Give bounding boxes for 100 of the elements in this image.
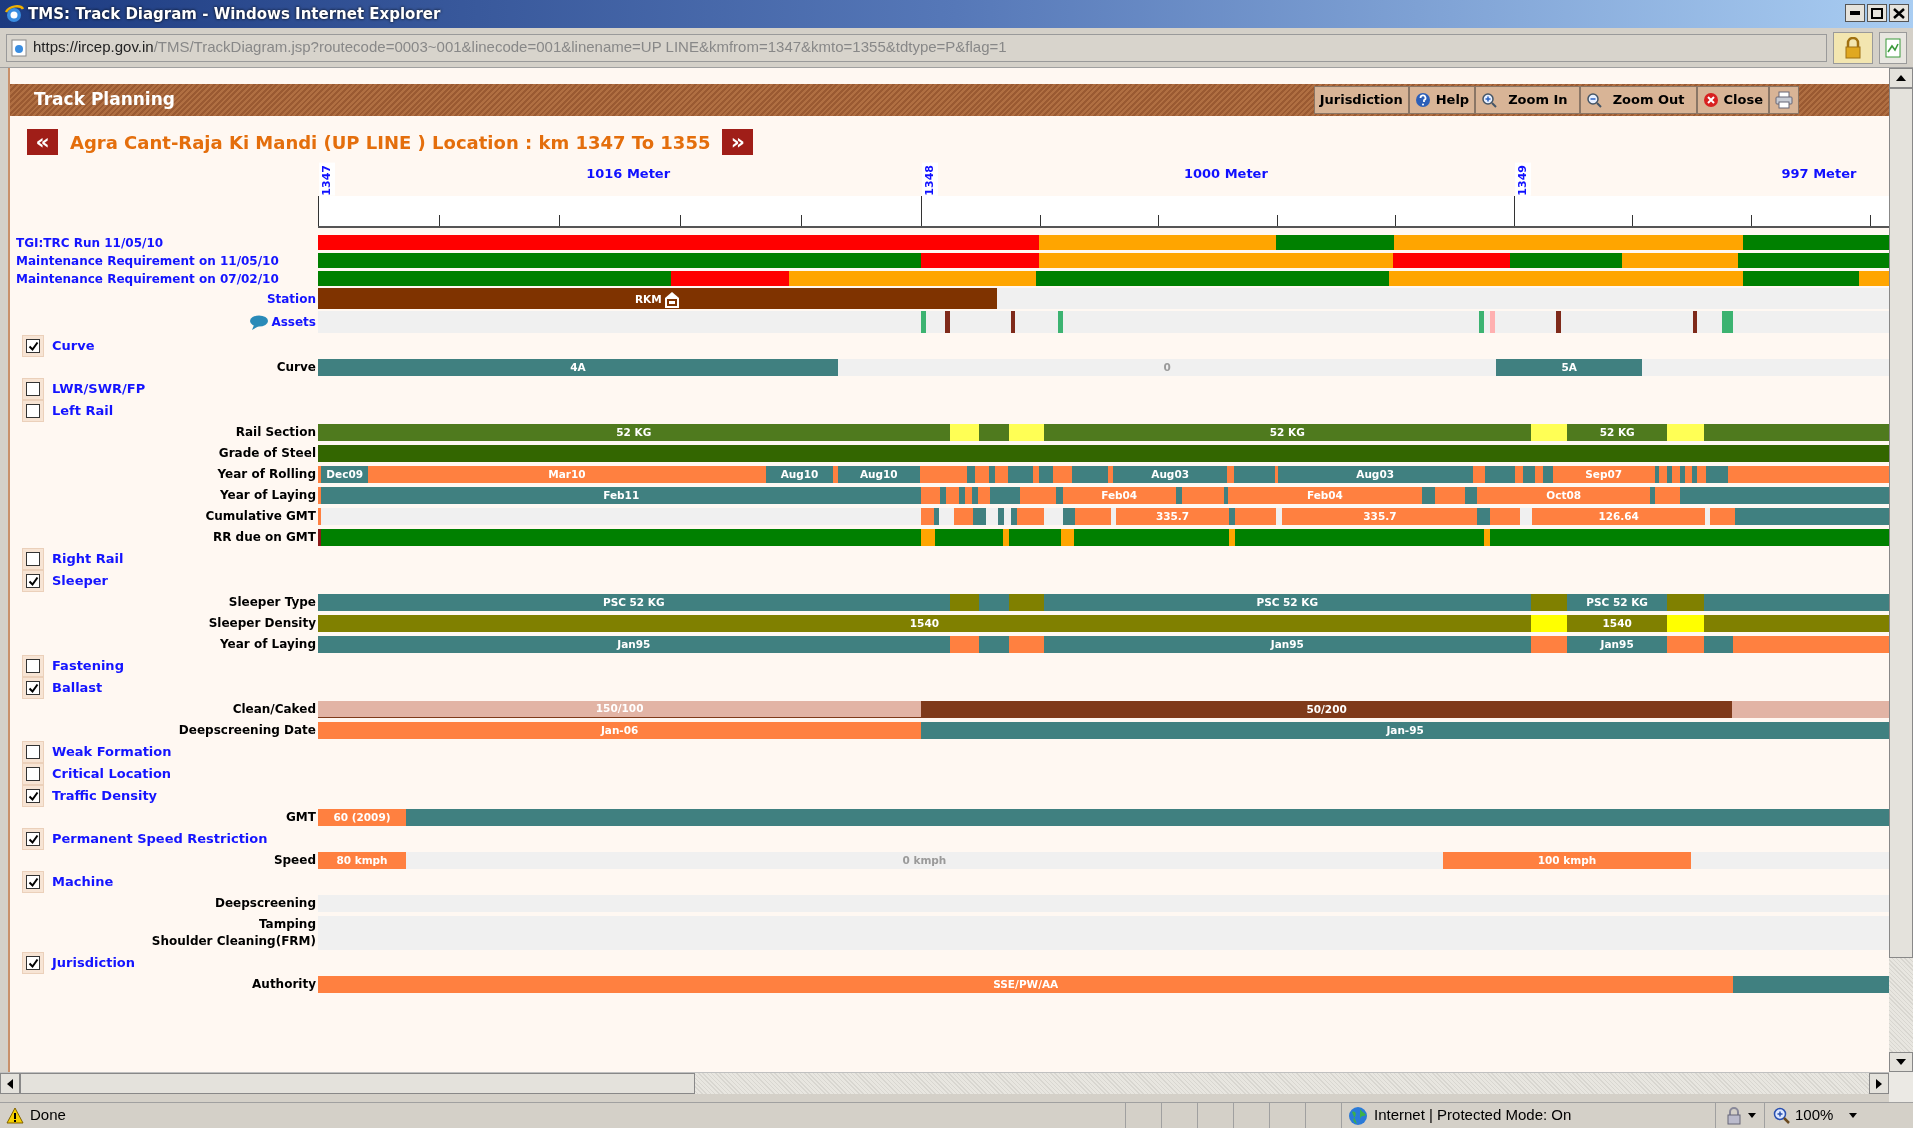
summary-link[interactable]: TGI:TRC Run 11/05/10 (16, 236, 164, 250)
row-link[interactable]: Assets (271, 313, 316, 331)
scroll-thumb[interactable] (20, 1073, 695, 1094)
check-icon (27, 575, 39, 587)
track-segment: 4A (318, 359, 838, 376)
track-segment: Jan95 (318, 636, 950, 653)
toolbar-button[interactable]: Zoom In (1475, 86, 1580, 114)
section-label[interactable]: Right Rail (52, 549, 124, 569)
track-segment: 52 KG (1566, 424, 1668, 441)
row-label: Grade of Steel (218, 445, 316, 462)
row-label: Year of Laying (220, 636, 316, 653)
row-label: Rail Section (235, 424, 316, 441)
close-button[interactable] (1889, 4, 1909, 22)
section-label[interactable]: Fastening (52, 656, 124, 676)
security-zone: Internet | Protected Mode: On (1374, 1105, 1572, 1126)
section-label[interactable]: Jurisdiction (52, 953, 136, 973)
km-marker: 1347 (319, 163, 335, 196)
checkbox[interactable] (22, 871, 44, 893)
checkbox[interactable] (22, 741, 44, 763)
help-icon (1414, 92, 1431, 108)
scroll-thumb[interactable] (1889, 88, 1913, 958)
scroll-left-button[interactable] (0, 1073, 20, 1094)
globe-icon (1348, 1105, 1368, 1126)
track-segment: Sep07 (1552, 466, 1655, 483)
distance-label: 1016 Meter (586, 165, 671, 184)
section-label[interactable]: LWR/SWR/FP (52, 379, 146, 399)
section-label[interactable]: Traffic Density (52, 786, 158, 806)
row-label: Clean/Caked (232, 701, 316, 718)
zoom-icon (1773, 1106, 1791, 1125)
row-link[interactable]: Station (266, 292, 316, 306)
km-marker: 1348 (922, 163, 939, 196)
scroll-right-button[interactable] (1869, 1073, 1889, 1094)
padlock-icon (1843, 36, 1863, 59)
next-button[interactable]: » (722, 129, 754, 155)
checkbox[interactable] (22, 548, 44, 570)
row-label: Sleeper Type (228, 594, 316, 611)
check-icon (27, 340, 39, 352)
section-label[interactable]: Sleeper (52, 571, 108, 591)
track-segment: 52 KG (318, 424, 950, 441)
checkbox[interactable] (22, 828, 44, 850)
summary-link[interactable]: Maintenance Requirement on 07/02/10 (16, 272, 279, 286)
printer-icon (1775, 91, 1793, 109)
checkbox[interactable] (22, 763, 44, 785)
track-segment: Mar10 (368, 466, 766, 483)
check-icon (27, 957, 39, 969)
row-label: Deepscreening Date (178, 722, 316, 739)
up-arrow-icon (1896, 74, 1906, 82)
track-segment: 100 kmph (1442, 852, 1692, 869)
zoom-out-icon (1585, 92, 1602, 108)
checkbox[interactable] (22, 335, 44, 357)
track-segment: PSC 52 KG (318, 594, 950, 611)
checkbox[interactable] (22, 570, 44, 592)
scroll-down-button[interactable] (1889, 1052, 1913, 1072)
page-chart-icon (1885, 37, 1901, 58)
track-segment: Aug03 (1277, 466, 1473, 483)
toolbar-button[interactable]: Zoom Out (1579, 86, 1697, 114)
row-label: Shoulder Cleaning(FRM) (151, 933, 316, 950)
checkbox[interactable] (22, 400, 44, 422)
track-segment: 0 (838, 359, 1497, 376)
location-heading: Agra Cant-Raja Ki Mandi (UP LINE ) Location : km 1347 To 1355 (70, 130, 711, 155)
section-label[interactable]: Permanent Speed Restriction (52, 829, 268, 849)
checkbox[interactable] (22, 677, 44, 699)
section-label[interactable]: Weak Formation (52, 742, 172, 762)
close-icon (1893, 7, 1905, 19)
print-button[interactable] (1769, 86, 1799, 114)
check-icon (27, 876, 39, 888)
left-arrow-icon (6, 1078, 14, 1089)
toolbar-button[interactable]: Jurisdiction (1313, 86, 1409, 114)
security-lock-button[interactable] (1833, 31, 1873, 64)
checkbox[interactable] (22, 952, 44, 974)
maximize-button[interactable] (1867, 4, 1887, 22)
down-arrow-icon (1896, 1058, 1906, 1066)
toolbar-button[interactable]: Close (1696, 86, 1769, 114)
previous-button[interactable]: « (27, 129, 58, 155)
row-label: RR due on GMT (212, 529, 316, 546)
checkbox[interactable] (22, 655, 44, 677)
scroll-up-button[interactable] (1889, 68, 1913, 88)
track-segment: 1540 (318, 615, 1531, 632)
checkbox[interactable] (22, 785, 44, 807)
track-segment: Jan95 (1566, 636, 1668, 653)
row-label: Cumulative GMT (205, 508, 316, 525)
row-label: Curve (276, 359, 316, 376)
section-label[interactable]: Critical Location (52, 764, 172, 784)
minimize-button[interactable] (1845, 4, 1865, 22)
summary-link[interactable]: Maintenance Requirement on 11/05/10 (16, 254, 279, 268)
zoom-level-button[interactable]: 100% (1765, 1103, 1866, 1128)
checkbox[interactable] (22, 378, 44, 400)
track-segment: 1540 (1566, 615, 1668, 632)
section-label[interactable]: Curve (52, 336, 95, 356)
track-segment: 5A (1496, 359, 1643, 376)
toolbar-button[interactable]: Help (1408, 86, 1476, 114)
section-label[interactable]: Ballast (52, 678, 103, 698)
section-label[interactable]: Left Rail (52, 401, 114, 421)
address-field[interactable]: https://ircep.gov.in/TMS/TrackDiagram.jsp?routecode=0003~001&linecode=001&linename=UP LINE&kmfrom=1347&kmto=1355&tdtype=P&flag=1 (6, 33, 1827, 62)
row-label: Year of Laying (220, 487, 316, 504)
close-icon (1702, 92, 1719, 108)
section-label[interactable]: Machine (52, 872, 114, 892)
caret-icon (1748, 1113, 1756, 1118)
track-segment: Feb04 (1062, 487, 1176, 504)
lock-icon (1724, 1106, 1744, 1125)
